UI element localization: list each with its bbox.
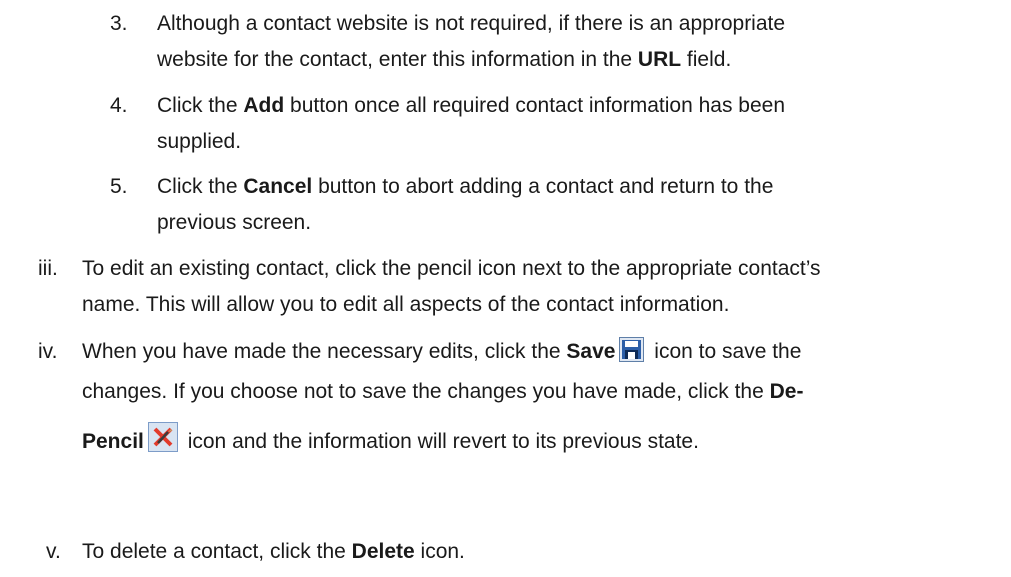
item-iv-text: When you have made the necessary edits, …	[82, 334, 803, 464]
item-v-line-1: To delete a contact, click the Delete ic…	[82, 540, 465, 563]
item-iv-marker: iv.	[38, 340, 58, 363]
step-3-line-2: website for the contact, enter this info…	[157, 48, 732, 71]
save-label: Save	[566, 340, 616, 363]
item-iii-marker: iii.	[38, 257, 58, 280]
item-iii-text: To edit an existing contact, click the p…	[82, 251, 821, 323]
delete-label: Delete	[351, 540, 415, 563]
step-3-text: Although a contact website is not requir…	[157, 6, 785, 78]
step-3-line-1: Although a contact website is not requir…	[157, 12, 786, 35]
cancel-button-label: Cancel	[243, 175, 313, 198]
step-3-marker: 3.	[110, 12, 128, 35]
step-5-text: Click the Cancel button to abort adding …	[157, 169, 773, 241]
item-iv-line-2: changes. If you choose not to save the c…	[82, 380, 804, 403]
de-pencil-label-part-2: Pencil	[82, 430, 144, 453]
floppy-disk-save-icon	[619, 337, 645, 374]
step-5-line-1: Click the Cancel button to abort adding …	[157, 175, 774, 198]
item-iii-line-1: To edit an existing contact, click the p…	[82, 257, 821, 280]
document-page: 3. Although a contact website is not req…	[0, 0, 1011, 577]
de-pencil-label-part-1: De-	[769, 380, 804, 403]
item-v-text: To delete a contact, click the Delete ic…	[82, 534, 465, 570]
step-5-line-2: previous screen.	[157, 211, 312, 234]
step-4-text: Click the Add button once all required c…	[157, 88, 785, 160]
step-4-line-2: supplied.	[157, 130, 242, 153]
step-5-marker: 5.	[110, 175, 128, 198]
step-4-marker: 4.	[110, 94, 128, 117]
item-iii-line-2: name. This will allow you to edit all as…	[82, 293, 730, 316]
item-iv-line-1: When you have made the necessary edits, …	[82, 334, 803, 374]
add-button-label: Add	[243, 94, 285, 117]
step-4-line-1: Click the Add button once all required c…	[157, 94, 786, 117]
item-iv-line-3: Pencil icon and the information will rev…	[82, 422, 803, 464]
de-pencil-icon	[147, 422, 178, 464]
item-v-marker: v.	[46, 540, 61, 563]
url-field-label: URL	[637, 48, 682, 71]
